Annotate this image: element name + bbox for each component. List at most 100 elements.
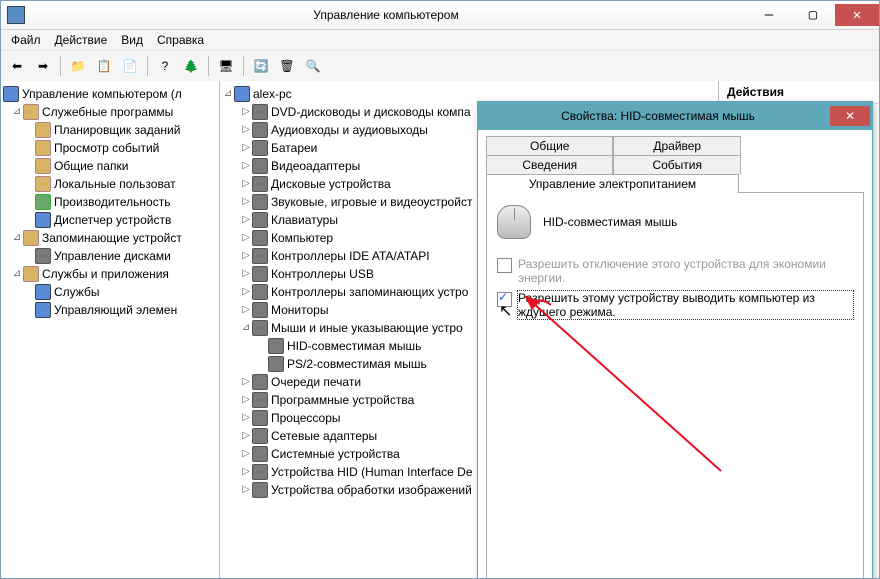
tree-item[interactable]: Управление дисками bbox=[54, 247, 171, 265]
tree-item[interactable]: Службы bbox=[54, 283, 99, 301]
tab-power-management[interactable]: Управление электропитанием bbox=[486, 174, 739, 193]
device-category[interactable]: Программные устройства bbox=[271, 391, 414, 409]
expand-icon[interactable]: ▷ bbox=[240, 373, 252, 391]
tab-events[interactable]: События bbox=[613, 155, 740, 174]
tab-driver[interactable]: Драйвер bbox=[613, 136, 740, 155]
expand-icon[interactable]: ▷ bbox=[240, 391, 252, 409]
help-icon[interactable]: ? bbox=[153, 54, 177, 78]
expand-icon[interactable]: ▷ bbox=[240, 481, 252, 499]
device-category[interactable]: Клавиатуры bbox=[271, 211, 338, 229]
mouse-icon bbox=[268, 356, 284, 372]
scan-icon[interactable]: 🔍 bbox=[301, 54, 325, 78]
device-item[interactable]: PS/2-совместимая мышь bbox=[287, 355, 427, 373]
expand-icon[interactable]: ▷ bbox=[240, 265, 252, 283]
tree-root[interactable]: Управление компьютером (л bbox=[22, 85, 182, 103]
folder-icon[interactable]: 📁 bbox=[66, 54, 90, 78]
refresh-icon[interactable]: 🔄 bbox=[249, 54, 273, 78]
category-icon bbox=[252, 158, 268, 174]
tree-item[interactable]: Планировщик заданий bbox=[54, 121, 180, 139]
expand-icon[interactable]: ▷ bbox=[240, 139, 252, 157]
expand-icon[interactable]: ▷ bbox=[240, 193, 252, 211]
collapse-icon[interactable]: ⊿ bbox=[240, 319, 252, 337]
titlebar: Управление компьютером — ▢ ✕ bbox=[1, 1, 879, 30]
device-category[interactable]: Сетевые адаптеры bbox=[271, 427, 377, 445]
device-name: HID-совместимая мышь bbox=[543, 215, 677, 229]
category-icon bbox=[252, 122, 268, 138]
expand-icon[interactable]: ▷ bbox=[240, 211, 252, 229]
tab-details[interactable]: Сведения bbox=[486, 155, 613, 174]
mice-category[interactable]: Мыши и иные указывающие устро bbox=[271, 319, 463, 337]
device-category[interactable]: Мониторы bbox=[271, 301, 328, 319]
item-icon bbox=[35, 140, 51, 156]
device-category[interactable]: DVD-дисководы и дисководы компа bbox=[271, 103, 471, 121]
allow-wake-label[interactable]: Разрешить этому устройству выводить комп… bbox=[518, 291, 853, 319]
expand-icon[interactable]: ▷ bbox=[240, 427, 252, 445]
device-category[interactable]: Звуковые, игровые и видеоустройст bbox=[271, 193, 472, 211]
expand-icon[interactable]: ▷ bbox=[240, 175, 252, 193]
device-category[interactable]: Очереди печати bbox=[271, 373, 361, 391]
minimize-button[interactable]: — bbox=[747, 4, 791, 26]
mouse-icon bbox=[497, 205, 531, 239]
device-category[interactable]: Дисковые устройства bbox=[271, 175, 391, 193]
expand-icon[interactable]: ▷ bbox=[240, 157, 252, 175]
category-icon bbox=[252, 194, 268, 210]
device-category[interactable]: Процессоры bbox=[271, 409, 341, 427]
device-category[interactable]: Системные устройства bbox=[271, 445, 400, 463]
console-tree[interactable]: Управление компьютером (л ⊿ Служебные про… bbox=[1, 85, 219, 319]
close-button[interactable]: ✕ bbox=[835, 4, 879, 26]
tree-item[interactable]: Диспетчер устройств bbox=[54, 211, 171, 229]
device-category[interactable]: Компьютер bbox=[271, 229, 333, 247]
menu-file[interactable]: Файл bbox=[11, 33, 41, 47]
device-category[interactable]: Контроллеры USB bbox=[271, 265, 374, 283]
device-category[interactable]: Аудиовходы и аудиовыходы bbox=[271, 121, 428, 139]
tree-item[interactable]: Управляющий элемен bbox=[54, 301, 177, 319]
expand-icon[interactable]: ▷ bbox=[240, 301, 252, 319]
tree-item[interactable]: Локальные пользоват bbox=[54, 175, 176, 193]
collapse-icon[interactable]: ⊿ bbox=[11, 103, 23, 121]
tree-group[interactable]: Службы и приложения bbox=[42, 265, 169, 283]
maximize-button[interactable]: ▢ bbox=[791, 4, 835, 26]
collapse-icon[interactable]: ⊿ bbox=[222, 85, 234, 103]
collapse-icon[interactable]: ⊿ bbox=[11, 265, 23, 283]
tree-item[interactable]: Общие папки bbox=[54, 157, 128, 175]
dialog-close-button[interactable]: ✕ bbox=[830, 106, 870, 126]
dialog-title: Свойства: HID-совместимая мышь bbox=[486, 109, 830, 123]
tree-group[interactable]: Запоминающие устройст bbox=[42, 229, 182, 247]
device-category[interactable]: Контроллеры IDE ATA/ATAPI bbox=[271, 247, 430, 265]
expand-icon[interactable]: ▷ bbox=[240, 247, 252, 265]
tab-general[interactable]: Общие bbox=[486, 136, 613, 155]
back-icon[interactable]: ⬅ bbox=[5, 54, 29, 78]
forward-icon[interactable]: ➡ bbox=[31, 54, 55, 78]
list-icon[interactable]: 📋 bbox=[92, 54, 116, 78]
menu-action[interactable]: Действие bbox=[55, 33, 108, 47]
expand-icon[interactable]: ▷ bbox=[240, 283, 252, 301]
menu-help[interactable]: Справка bbox=[157, 33, 204, 47]
tree-item[interactable]: Просмотр событий bbox=[54, 139, 159, 157]
device-category[interactable]: Батареи bbox=[271, 139, 317, 157]
expand-icon[interactable]: ▷ bbox=[240, 409, 252, 427]
left-pane: Управление компьютером (л ⊿ Служебные про… bbox=[1, 81, 220, 578]
device-category[interactable]: Устройства обработки изображений bbox=[271, 481, 472, 499]
menu-view[interactable]: Вид bbox=[121, 33, 143, 47]
device-category[interactable]: Контроллеры запоминающих устро bbox=[271, 283, 468, 301]
device-item[interactable]: HID-совместимая мышь bbox=[287, 337, 421, 355]
allow-wake-checkbox[interactable] bbox=[497, 292, 512, 307]
category-icon bbox=[252, 176, 268, 192]
device-category[interactable]: Видеоадаптеры bbox=[271, 157, 360, 175]
tree-item[interactable]: Производительность bbox=[54, 193, 170, 211]
expand-icon[interactable]: ▷ bbox=[240, 121, 252, 139]
expand-icon[interactable]: ▷ bbox=[240, 103, 252, 121]
device-category[interactable]: Устройства HID (Human Interface De bbox=[271, 463, 473, 481]
tree-group[interactable]: Служебные программы bbox=[42, 103, 173, 121]
remove-icon[interactable]: 🗑 bbox=[275, 54, 299, 78]
expand-icon[interactable]: ▷ bbox=[240, 229, 252, 247]
expand-icon[interactable]: ▷ bbox=[240, 463, 252, 481]
tree-icon[interactable]: 🌲 bbox=[179, 54, 203, 78]
collapse-icon[interactable]: ⊿ bbox=[11, 229, 23, 247]
item-icon bbox=[35, 122, 51, 138]
pc-node[interactable]: alex-pc bbox=[253, 85, 292, 103]
computer-icon[interactable]: 🖥 bbox=[214, 54, 238, 78]
expand-icon[interactable]: ▷ bbox=[240, 445, 252, 463]
details-icon[interactable]: 📄 bbox=[118, 54, 142, 78]
category-icon bbox=[252, 446, 268, 462]
